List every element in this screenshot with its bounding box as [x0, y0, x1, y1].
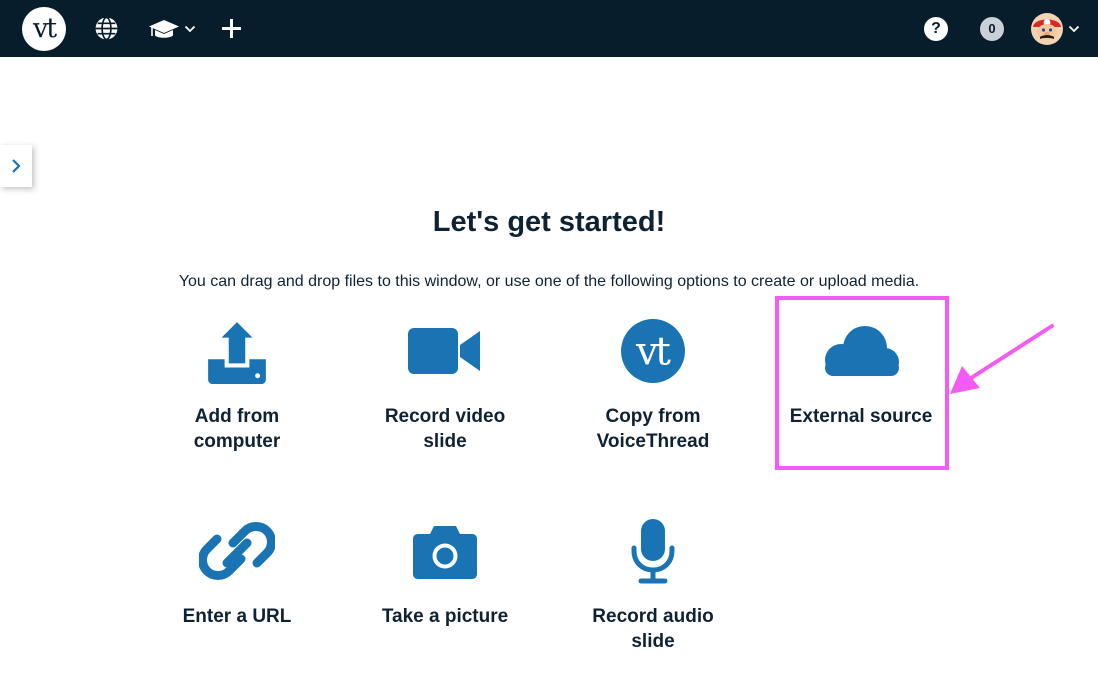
video-camera-icon — [408, 328, 480, 374]
option-label: Record video — [384, 406, 506, 427]
add-from-computer-option[interactable]: Add from computer — [152, 316, 322, 454]
svg-text:vt: vt — [635, 329, 671, 374]
page-instructions: You can drag and drop files to this wind… — [178, 273, 920, 290]
upload-icon — [208, 322, 266, 384]
vt-logo-icon: vt — [22, 6, 66, 51]
external-source-option[interactable]: External source — [776, 316, 946, 429]
notification-count-badge: 0 — [980, 16, 1004, 41]
option-label: Enter a URL — [182, 606, 292, 627]
record-audio-slide-option[interactable]: Record audio slide — [568, 516, 738, 654]
option-label: slide — [423, 431, 467, 452]
record-video-slide-option[interactable]: Record video slide — [360, 316, 530, 454]
option-label: Take a picture — [381, 606, 509, 627]
cloud-icon — [825, 326, 899, 376]
option-label: VoiceThread — [596, 431, 710, 452]
option-label: slide — [631, 631, 675, 652]
top-navigation-bar: vt ? 0 — [0, 0, 1098, 57]
avatar — [1030, 12, 1063, 45]
help-button[interactable]: ? — [923, 0, 949, 57]
expand-sidebar-button[interactable] — [0, 145, 32, 187]
take-a-picture-option[interactable]: Take a picture — [360, 516, 530, 629]
browse-button[interactable] — [93, 0, 119, 57]
option-label: Record audio — [592, 606, 714, 627]
graduation-cap-icon — [149, 19, 179, 38]
chevron-right-icon — [12, 159, 21, 173]
microphone-icon — [631, 519, 675, 584]
chevron-down-icon — [1068, 25, 1079, 32]
courses-menu-button[interactable] — [147, 0, 197, 57]
chevron-down-icon — [184, 25, 196, 32]
help-icon: ? — [924, 16, 948, 41]
voicethread-home-logo[interactable]: vt — [21, 0, 67, 57]
create-new-button[interactable] — [219, 0, 243, 57]
user-account-menu[interactable] — [1029, 0, 1081, 57]
option-label: Add from — [194, 406, 280, 427]
annotation-arrow-icon — [950, 324, 1054, 394]
enter-a-url-option[interactable]: Enter a URL — [152, 516, 322, 629]
notifications-button[interactable]: 0 — [979, 0, 1005, 57]
copy-from-voicethread-option[interactable]: vt Copy from VoiceThread — [568, 316, 738, 454]
option-label: External source — [789, 406, 933, 427]
voicethread-logo-icon: vt — [621, 319, 685, 383]
camera-icon — [413, 526, 477, 579]
page-title: Let's get started! — [432, 206, 666, 238]
globe-icon — [95, 16, 117, 41]
option-label: computer — [193, 431, 281, 452]
option-label: Copy from — [605, 406, 701, 427]
plus-icon — [221, 19, 241, 38]
link-icon — [199, 522, 275, 580]
